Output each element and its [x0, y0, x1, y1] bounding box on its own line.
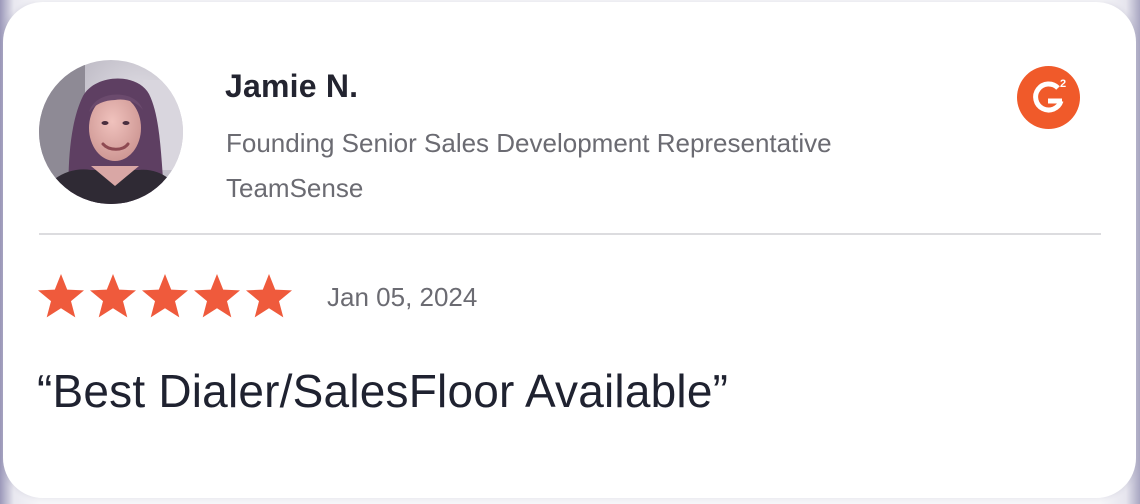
reviewer-job-title: Founding Senior Sales Development Repres…: [226, 128, 832, 158]
reviewer-avatar: [39, 60, 183, 204]
star-icon: [246, 274, 292, 318]
header-divider: [39, 233, 1101, 235]
reviewer-name: Jamie N.: [225, 68, 359, 104]
g2-logo-icon[interactable]: 2: [1017, 66, 1080, 129]
review-date: Jan 05, 2024: [327, 282, 478, 312]
star-icon: [90, 274, 136, 318]
star-icon: [142, 274, 188, 318]
g2-superscript: 2: [1060, 78, 1066, 90]
reviewer-company: TeamSense: [226, 173, 364, 203]
star-rating: [37, 272, 293, 322]
review-card: Jamie N. Founding Senior Sales Developme…: [3, 2, 1136, 498]
star-icon: [38, 274, 84, 318]
review-title: “Best Dialer/SalesFloor Available”: [37, 365, 729, 417]
g2-badge: 2: [1017, 66, 1080, 129]
star-icon: [194, 274, 240, 318]
avatar-photo-icon: [39, 60, 183, 204]
